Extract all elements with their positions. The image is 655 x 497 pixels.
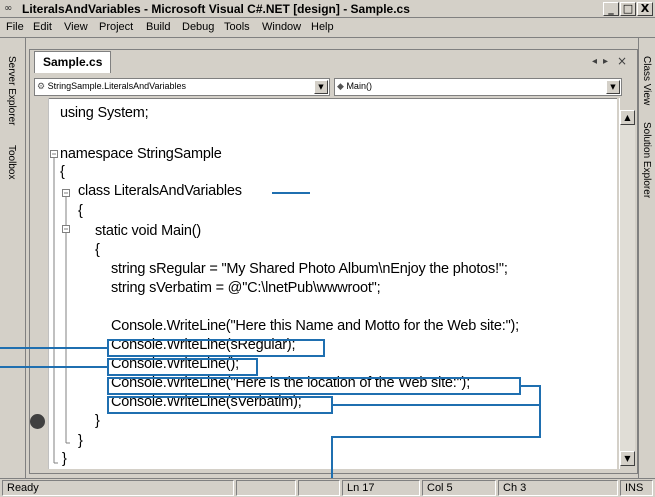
tab-server-explorer[interactable]: Server Explorer bbox=[6, 56, 17, 125]
chevron-down-icon[interactable]: ▼ bbox=[606, 80, 620, 94]
tab-class-view[interactable]: Class View bbox=[641, 56, 652, 105]
menu-tools[interactable]: Tools bbox=[224, 21, 250, 33]
scroll-down-icon[interactable]: ▼ bbox=[620, 451, 635, 466]
vertical-scrollbar[interactable]: ▲ ▼ bbox=[619, 98, 636, 469]
callout-line bbox=[521, 385, 541, 387]
status-ch: Ch 3 bbox=[498, 480, 618, 496]
close-doc-icon[interactable]: × bbox=[617, 54, 627, 68]
tab-right-icon[interactable]: ▸ bbox=[603, 56, 608, 67]
code-line: } bbox=[78, 433, 83, 449]
breakpoint-icon[interactable] bbox=[30, 414, 45, 429]
class-icon: ⚙ bbox=[37, 81, 46, 91]
callout-line bbox=[331, 436, 541, 438]
menu-window[interactable]: Window bbox=[262, 21, 301, 33]
type-combo[interactable]: ⚙ StringSample.LiteralsAndVariables ▼ bbox=[34, 78, 330, 96]
code-line: Console.WriteLine("Here this Name and Mo… bbox=[111, 318, 519, 334]
callout-box bbox=[107, 396, 333, 414]
member-combo[interactable]: ◆ Main() ▼ bbox=[334, 78, 622, 96]
callout-line bbox=[272, 192, 310, 194]
callout-box bbox=[107, 377, 521, 395]
tab-toolbox[interactable]: Toolbox bbox=[6, 145, 17, 179]
code-line: string sVerbatim = @"C:\lnetPub\wwwroot"… bbox=[111, 280, 381, 296]
window-title: LiteralsAndVariables - Microsoft Visual … bbox=[22, 2, 410, 16]
tab-sample-cs[interactable]: Sample.cs bbox=[34, 51, 112, 73]
member-combo-value: Main() bbox=[346, 81, 372, 91]
tab-solution-explorer[interactable]: Solution Explorer bbox=[641, 122, 652, 198]
status-blank bbox=[236, 480, 296, 496]
code-line: } bbox=[62, 451, 67, 467]
callout-box bbox=[107, 358, 258, 376]
menu-project[interactable]: Project bbox=[99, 21, 133, 33]
code-line: } bbox=[95, 413, 100, 429]
scroll-track[interactable] bbox=[620, 125, 635, 451]
menu-view[interactable]: View bbox=[64, 21, 88, 33]
scroll-up-icon[interactable]: ▲ bbox=[620, 110, 635, 125]
minimize-button[interactable]: _ bbox=[603, 2, 619, 16]
maximize-button[interactable]: □ bbox=[620, 2, 636, 16]
menu-debug[interactable]: Debug bbox=[182, 21, 214, 33]
code-line: { bbox=[60, 164, 65, 180]
status-blank bbox=[298, 480, 340, 496]
close-button[interactable]: X bbox=[637, 2, 653, 16]
menu-help[interactable]: Help bbox=[311, 21, 334, 33]
callout-box bbox=[107, 339, 325, 357]
callout-line bbox=[333, 404, 541, 406]
code-line: { bbox=[95, 242, 100, 258]
method-icon: ◆ bbox=[337, 81, 344, 91]
code-line: { bbox=[78, 203, 83, 219]
code-line: namespace StringSample bbox=[60, 146, 222, 162]
code-line: class LiteralsAndVariables bbox=[78, 183, 242, 199]
code-line: string sRegular = "My Shared Photo Album… bbox=[111, 261, 508, 277]
callout-line bbox=[0, 347, 107, 349]
code-line: using System; bbox=[60, 105, 149, 121]
callout-line bbox=[539, 385, 541, 438]
tab-left-icon[interactable]: ◂ bbox=[592, 56, 597, 67]
code-line: static void Main() bbox=[95, 223, 201, 239]
menu-build[interactable]: Build bbox=[146, 21, 170, 33]
menu-bar: File Edit View Project Build Debug Tools… bbox=[0, 18, 655, 38]
app-icon: ∞ bbox=[4, 3, 13, 14]
type-combo-value: StringSample.LiteralsAndVariables bbox=[47, 81, 186, 91]
title-bar: ∞ LiteralsAndVariables - Microsoft Visua… bbox=[0, 0, 655, 18]
status-line: Ln 17 bbox=[342, 480, 420, 496]
status-col: Col 5 bbox=[422, 480, 496, 496]
status-ready: Ready bbox=[2, 480, 234, 496]
callout-line bbox=[0, 366, 107, 368]
chevron-down-icon[interactable]: ▼ bbox=[314, 80, 328, 94]
menu-file[interactable]: File bbox=[6, 21, 24, 33]
menu-edit[interactable]: Edit bbox=[33, 21, 52, 33]
status-ins: INS bbox=[620, 480, 653, 496]
